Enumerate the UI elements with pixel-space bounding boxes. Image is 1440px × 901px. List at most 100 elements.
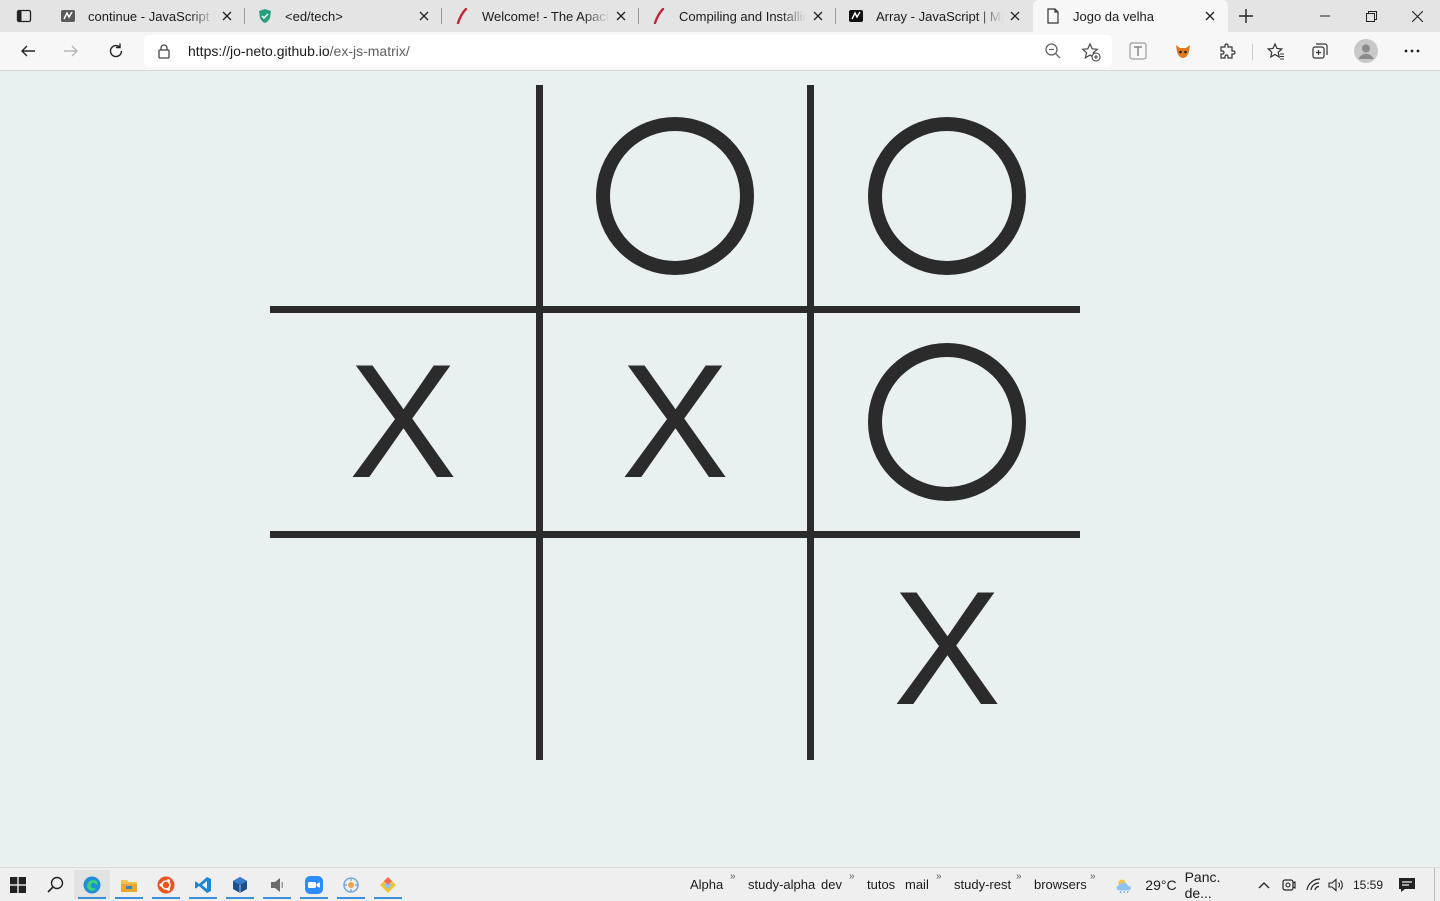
toolbar-alpha[interactable]: Alpha (690, 877, 723, 892)
close-window-button[interactable] (1394, 0, 1440, 32)
toolbar-chevron[interactable]: » (1016, 871, 1022, 882)
tab-actions-button[interactable] (8, 5, 40, 27)
clock[interactable]: 15:59 (1350, 868, 1386, 901)
tab-apache-welcome[interactable]: Welcome! - The Apache HTTP Server (442, 0, 639, 32)
notifications-button[interactable] (1392, 868, 1422, 901)
weather-cloud-icon (1116, 879, 1131, 893)
restore-button[interactable] (1348, 0, 1394, 32)
cell-0-1[interactable] (543, 85, 807, 306)
shield-icon (257, 8, 273, 24)
virtualbox-icon (233, 876, 247, 893)
settings-more-button[interactable] (1396, 35, 1428, 67)
git-icon (380, 876, 396, 893)
extensions-button[interactable] (1211, 35, 1243, 67)
taskbar-edge[interactable] (74, 870, 110, 899)
tab-jogo-da-velha[interactable]: Jogo da velha (1033, 0, 1228, 32)
file-explorer-icon (121, 879, 137, 892)
toolbar-chevron[interactable]: » (936, 871, 942, 882)
tab-continue-javascript[interactable]: continue - JavaScript | MDN (48, 0, 245, 32)
toolbar-chevron[interactable]: » (1090, 871, 1096, 882)
toolbar-study-rest[interactable]: study-rest (954, 877, 1011, 892)
toolbar-tutos[interactable]: tutos (867, 877, 895, 892)
weather-temp: 29°C (1145, 876, 1177, 893)
toolbar-mail[interactable]: mail (905, 877, 929, 892)
profile-button[interactable] (1350, 35, 1382, 67)
lock-icon[interactable] (156, 43, 172, 59)
mdn-icon (848, 8, 864, 24)
toolbar-study-alpha[interactable]: study-alpha (748, 877, 815, 892)
close-tab-icon[interactable] (806, 4, 830, 28)
show-desktop-button[interactable] (1434, 868, 1440, 901)
close-tab-icon[interactable] (412, 4, 436, 28)
toolbar-dev[interactable]: dev (821, 877, 842, 892)
tab-edtech[interactable]: <ed/tech> (245, 0, 442, 32)
cell-0-0[interactable] (270, 85, 536, 306)
fox-extension-icon (1176, 45, 1190, 58)
start-button[interactable] (0, 870, 36, 899)
toolbar-chevron[interactable]: » (730, 871, 736, 882)
meet-now-button[interactable] (1279, 868, 1299, 901)
show-hidden-icons-button[interactable] (1254, 868, 1274, 901)
address-bar[interactable]: https://jo-neto.github.io/ex-js-matrix/ (144, 35, 1112, 67)
apache-feather-icon (454, 8, 470, 24)
x-mark: X (620, 331, 730, 512)
cell-2-0[interactable] (270, 538, 536, 760)
toolbar-browsers[interactable]: browsers (1034, 877, 1087, 892)
taskbar-file-explorer[interactable] (111, 870, 147, 899)
cell-2-2[interactable]: X (814, 538, 1080, 760)
close-tab-icon[interactable] (1003, 4, 1027, 28)
taskbar-git[interactable] (370, 870, 406, 899)
wifi-icon (1305, 878, 1320, 891)
cell-1-1[interactable]: X (543, 313, 807, 531)
close-tab-icon[interactable] (215, 4, 239, 28)
running-indicator (300, 897, 328, 899)
new-tab-button[interactable] (1232, 4, 1260, 28)
back-button[interactable] (12, 35, 44, 67)
weather-widget[interactable]: 29°C Panc. de... (1114, 868, 1244, 901)
close-tab-icon[interactable] (1198, 4, 1222, 28)
close-icon (1411, 10, 1423, 22)
running-indicator (78, 897, 106, 899)
favorites-button[interactable] (1260, 35, 1292, 67)
plus-icon (1239, 9, 1253, 23)
minimize-button[interactable] (1302, 0, 1348, 32)
o-mark (868, 116, 1026, 275)
collections-button[interactable] (1304, 35, 1336, 67)
taskbar-app[interactable] (333, 870, 369, 899)
taskbar-vscode[interactable] (185, 870, 221, 899)
zoom-icon (305, 875, 323, 894)
search-icon (46, 876, 63, 893)
search-button[interactable] (37, 870, 73, 899)
running-indicator (115, 897, 143, 899)
page-content: X X X (0, 71, 1440, 867)
volume-button[interactable] (1326, 868, 1346, 901)
cell-1-0[interactable]: X (270, 313, 536, 531)
apache-feather-icon (651, 8, 667, 24)
close-tab-icon[interactable] (609, 4, 633, 28)
network-button[interactable] (1303, 868, 1323, 901)
tab-apache-compiling[interactable]: Compiling and Installing - Apache (639, 0, 836, 32)
taskbar-audio-app[interactable] (259, 870, 295, 899)
weather-text: Panc. de... (1184, 868, 1221, 901)
extension-fox-button[interactable] (1167, 35, 1199, 67)
refresh-button[interactable] (100, 35, 132, 67)
cell-2-1[interactable] (543, 538, 807, 760)
url-path: /ex-js-matrix/ (329, 43, 410, 59)
cell-0-2[interactable] (814, 85, 1080, 306)
favorites-icon (1267, 42, 1284, 60)
cell-1-2[interactable] (814, 313, 1080, 531)
toolbar-separator (1252, 44, 1253, 60)
volume-icon (1328, 877, 1343, 892)
add-favorite-icon[interactable] (1081, 42, 1101, 62)
url-text[interactable]: https://jo-neto.github.io/ex-js-matrix/ (188, 43, 410, 59)
forward-button[interactable] (55, 35, 87, 67)
toolbar-chevron[interactable]: » (849, 871, 855, 882)
tab-title: <ed/tech> (285, 8, 343, 24)
taskbar-zoom[interactable] (296, 870, 332, 899)
read-aloud-button[interactable] (1122, 35, 1154, 67)
windows-icon (10, 876, 26, 893)
tab-array-javascript[interactable]: Array - JavaScript | MDN (836, 0, 1033, 32)
zoom-icon[interactable] (1044, 42, 1062, 60)
taskbar-ubuntu[interactable] (148, 870, 184, 899)
taskbar-virtualbox[interactable] (222, 870, 258, 899)
